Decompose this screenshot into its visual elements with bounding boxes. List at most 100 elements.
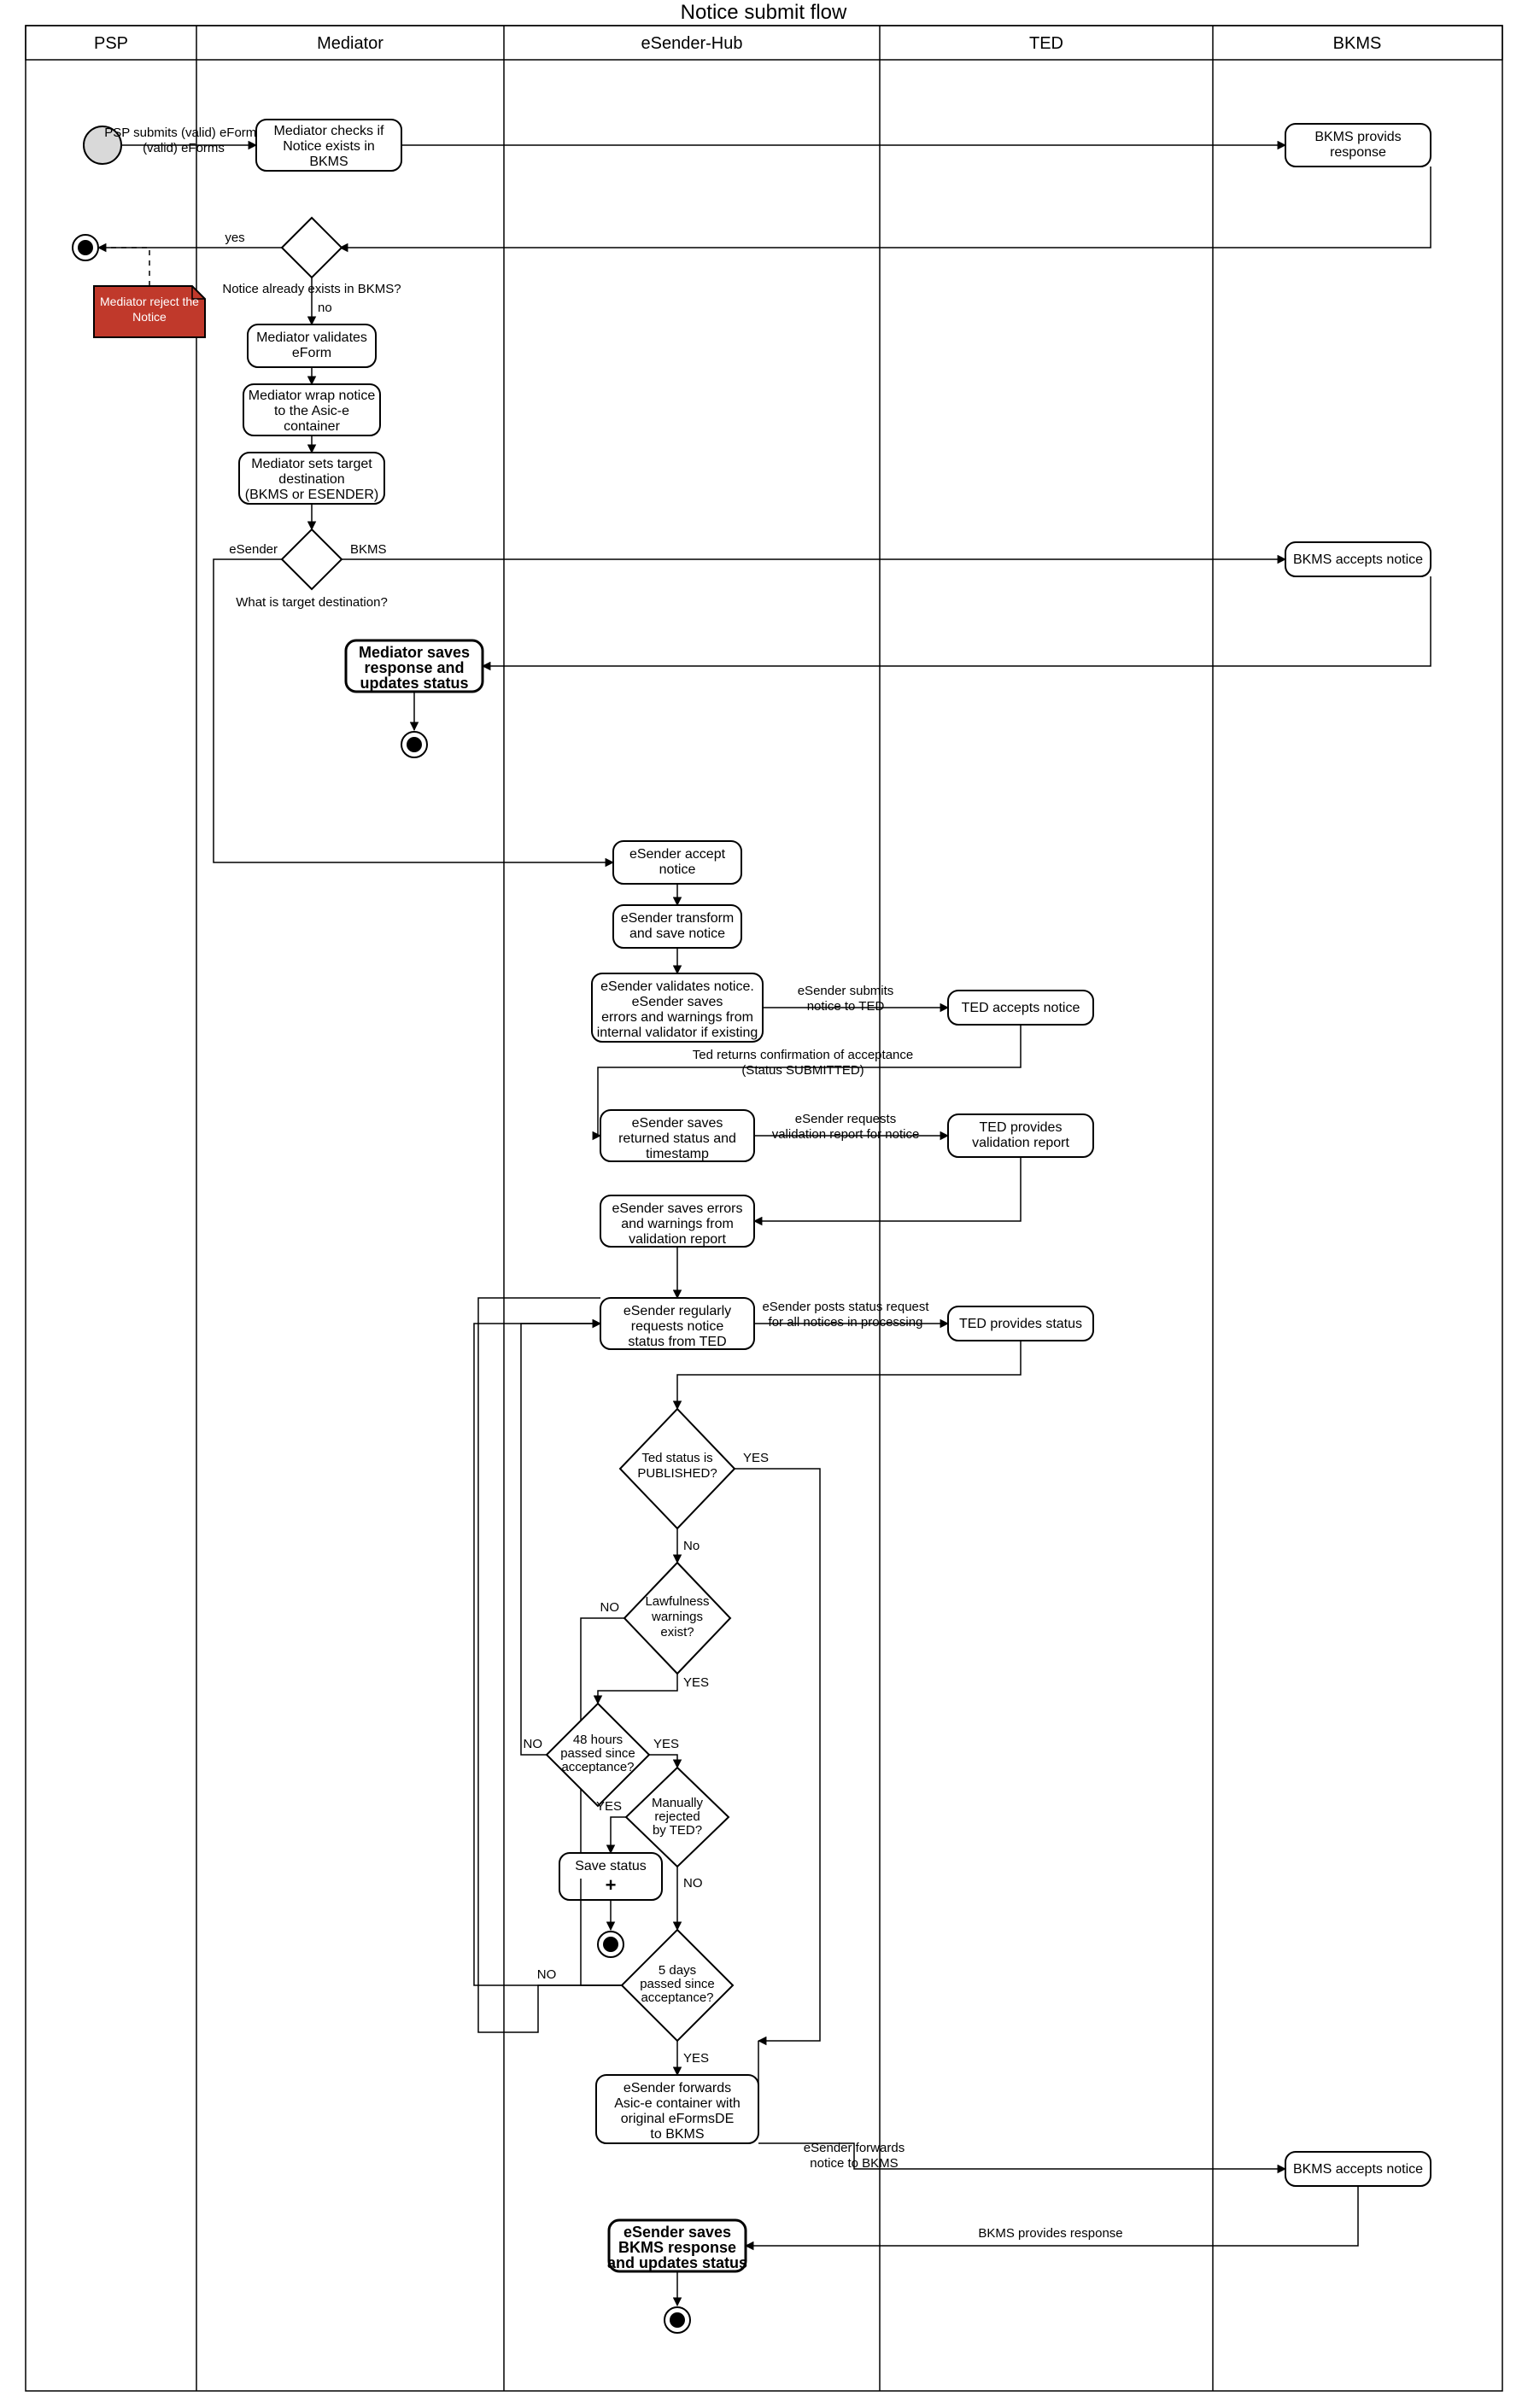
svg-text:exist?: exist? xyxy=(660,1625,694,1639)
svg-text:eSender transform: eSender transform xyxy=(621,911,735,926)
label-es-posts-status: eSender posts status request xyxy=(762,1300,929,1314)
note-mediator-reject: Mediator reject the Notice xyxy=(94,286,205,337)
svg-text:TED accepts notice: TED accepts notice xyxy=(962,1001,1080,1015)
svg-text:Mediator validates: Mediator validates xyxy=(256,330,367,345)
svg-text:Asic-e container with: Asic-e container with xyxy=(614,2096,741,2111)
svg-text:acceptance?: acceptance? xyxy=(561,1760,634,1774)
svg-text:errors and warnings from: errors and warnings from xyxy=(601,1010,753,1025)
svg-text:Mediator reject the: Mediator reject the xyxy=(100,295,199,308)
svg-text:validation report: validation report xyxy=(629,1232,726,1247)
svg-text:response: response xyxy=(1330,145,1386,160)
svg-text:to BKMS: to BKMS xyxy=(650,2127,704,2142)
svg-text:Mediator checks if: Mediator checks if xyxy=(274,124,384,138)
lane-esender: eSender-Hub xyxy=(641,34,743,53)
svg-text:returned status and: returned status and xyxy=(618,1131,736,1146)
end-node-mediator-icon xyxy=(401,732,427,757)
svg-text:Mediator wrap notice: Mediator wrap notice xyxy=(249,389,376,403)
label-es-forwards: eSender forwards xyxy=(804,2141,905,2155)
label-bkms-provides-resp: BKMS provides response xyxy=(978,2226,1122,2241)
label-yes-published: YES xyxy=(743,1451,769,1465)
svg-text:BKMS provids: BKMS provids xyxy=(1314,130,1401,144)
svg-text:response and: response and xyxy=(364,659,464,676)
decision-target xyxy=(282,529,342,589)
label-no-48h: NO xyxy=(524,1737,543,1751)
svg-text:status from TED: status from TED xyxy=(628,1335,726,1349)
svg-text:PUBLISHED?: PUBLISHED? xyxy=(637,1466,717,1481)
label-psp-submits-2: (valid) eForms xyxy=(143,141,225,155)
label-yes-1: yes xyxy=(225,231,244,245)
label-yes-5days: YES xyxy=(683,2051,709,2066)
lane-psp: PSP xyxy=(94,34,128,53)
svg-text:validation report for notice: validation report for notice xyxy=(772,1127,920,1142)
svg-text:by TED?: by TED? xyxy=(653,1823,702,1838)
label-no-lawfulness: NO xyxy=(600,1600,620,1615)
svg-text:acceptance?: acceptance? xyxy=(641,1990,713,2005)
end-node-reject-icon xyxy=(73,235,98,260)
svg-text:Save status: Save status xyxy=(575,1859,647,1873)
svg-text:Mediator sets target: Mediator sets target xyxy=(251,457,372,471)
svg-text:BKMS accepts notice: BKMS accepts notice xyxy=(1293,2162,1423,2177)
svg-text:Manually: Manually xyxy=(652,1796,704,1810)
svg-text:eSender saves: eSender saves xyxy=(632,995,723,1009)
svg-text:Mediator saves: Mediator saves xyxy=(359,644,470,661)
svg-text:for all notices in processing: for all notices in processing xyxy=(769,1315,923,1330)
svg-text:passed since: passed since xyxy=(640,1977,715,1991)
label-target-q: What is target destination? xyxy=(236,595,388,610)
svg-text:BKMS accepts notice: BKMS accepts notice xyxy=(1293,552,1423,567)
svg-text:TED provides: TED provides xyxy=(980,1120,1063,1135)
svg-text:Notice exists in: Notice exists in xyxy=(283,139,375,154)
svg-text:and save notice: and save notice xyxy=(629,926,725,941)
end-node-save-status-icon xyxy=(598,1932,623,1957)
svg-text:destination: destination xyxy=(278,472,344,487)
flowchart-canvas: Notice submit flow PSP Mediator eSender-… xyxy=(0,0,1528,2408)
svg-text:eSender accept: eSender accept xyxy=(629,847,726,862)
label-psp-submits: PSP submits (valid) eForms xyxy=(104,126,263,140)
svg-text:requests notice: requests notice xyxy=(631,1319,724,1334)
label-es-submits-ted: eSender submits xyxy=(798,984,894,998)
svg-text:Ted status is: Ted status is xyxy=(641,1451,712,1465)
label-no-1: no xyxy=(318,301,332,315)
label-bkms: BKMS xyxy=(350,542,387,557)
svg-text:eSender saves errors: eSender saves errors xyxy=(612,1201,743,1216)
svg-text:container: container xyxy=(284,419,340,434)
label-yes-48h: YES xyxy=(653,1737,679,1751)
svg-text:original eFormsDE: original eFormsDE xyxy=(621,2112,734,2126)
label-es-req-report: eSender requests xyxy=(795,1112,896,1126)
svg-text:and updates status: and updates status xyxy=(607,2254,747,2271)
label-yes-manual: YES xyxy=(596,1799,622,1814)
svg-text:TED provides status: TED provides status xyxy=(959,1317,1082,1331)
label-no-published: No xyxy=(683,1539,700,1553)
label-yes-lawfulness: YES xyxy=(683,1675,709,1690)
svg-text:passed since: passed since xyxy=(560,1746,635,1761)
label-ted-confirm-1: Ted returns confirmation of acceptance xyxy=(693,1048,913,1062)
label-no-5days-2: NO xyxy=(537,1967,557,1982)
svg-text:eSender saves: eSender saves xyxy=(632,1116,723,1131)
lane-mediator: Mediator xyxy=(317,34,383,53)
decision-notice-exists xyxy=(282,218,342,278)
lane-bkms: BKMS xyxy=(1333,34,1382,53)
svg-text:and warnings from: and warnings from xyxy=(621,1217,734,1231)
svg-text:5 days: 5 days xyxy=(659,1963,696,1978)
svg-text:to the Asic-e: to the Asic-e xyxy=(274,404,349,418)
svg-text:notice to TED: notice to TED xyxy=(807,999,885,1014)
label-esender: eSender xyxy=(229,542,278,557)
svg-text:48 hours: 48 hours xyxy=(573,1733,623,1747)
svg-text:(Status SUBMITTED): (Status SUBMITTED) xyxy=(741,1063,864,1078)
svg-text:eSender regularly: eSender regularly xyxy=(623,1304,731,1318)
diagram-title: Notice submit flow xyxy=(681,1,847,24)
svg-text:BKMS response: BKMS response xyxy=(618,2239,736,2256)
end-node-final-icon xyxy=(664,2307,690,2333)
svg-text:eForm: eForm xyxy=(292,346,331,360)
svg-text:validation report: validation report xyxy=(972,1136,1069,1150)
label-no-manual: NO xyxy=(683,1876,703,1891)
svg-text:(BKMS or ESENDER): (BKMS or ESENDER) xyxy=(245,488,378,502)
svg-text:updates status: updates status xyxy=(360,675,468,692)
subprocess-plus-icon: + xyxy=(606,1874,617,1896)
svg-text:timestamp: timestamp xyxy=(646,1147,709,1161)
svg-text:Lawfulness: Lawfulness xyxy=(645,1594,709,1609)
svg-text:BKMS: BKMS xyxy=(309,155,348,169)
svg-text:internal validator if existing: internal validator if existing xyxy=(597,1026,758,1040)
svg-text:rejected: rejected xyxy=(654,1809,700,1824)
svg-text:notice to BKMS: notice to BKMS xyxy=(810,2156,898,2171)
svg-text:eSender forwards: eSender forwards xyxy=(623,2081,731,2095)
